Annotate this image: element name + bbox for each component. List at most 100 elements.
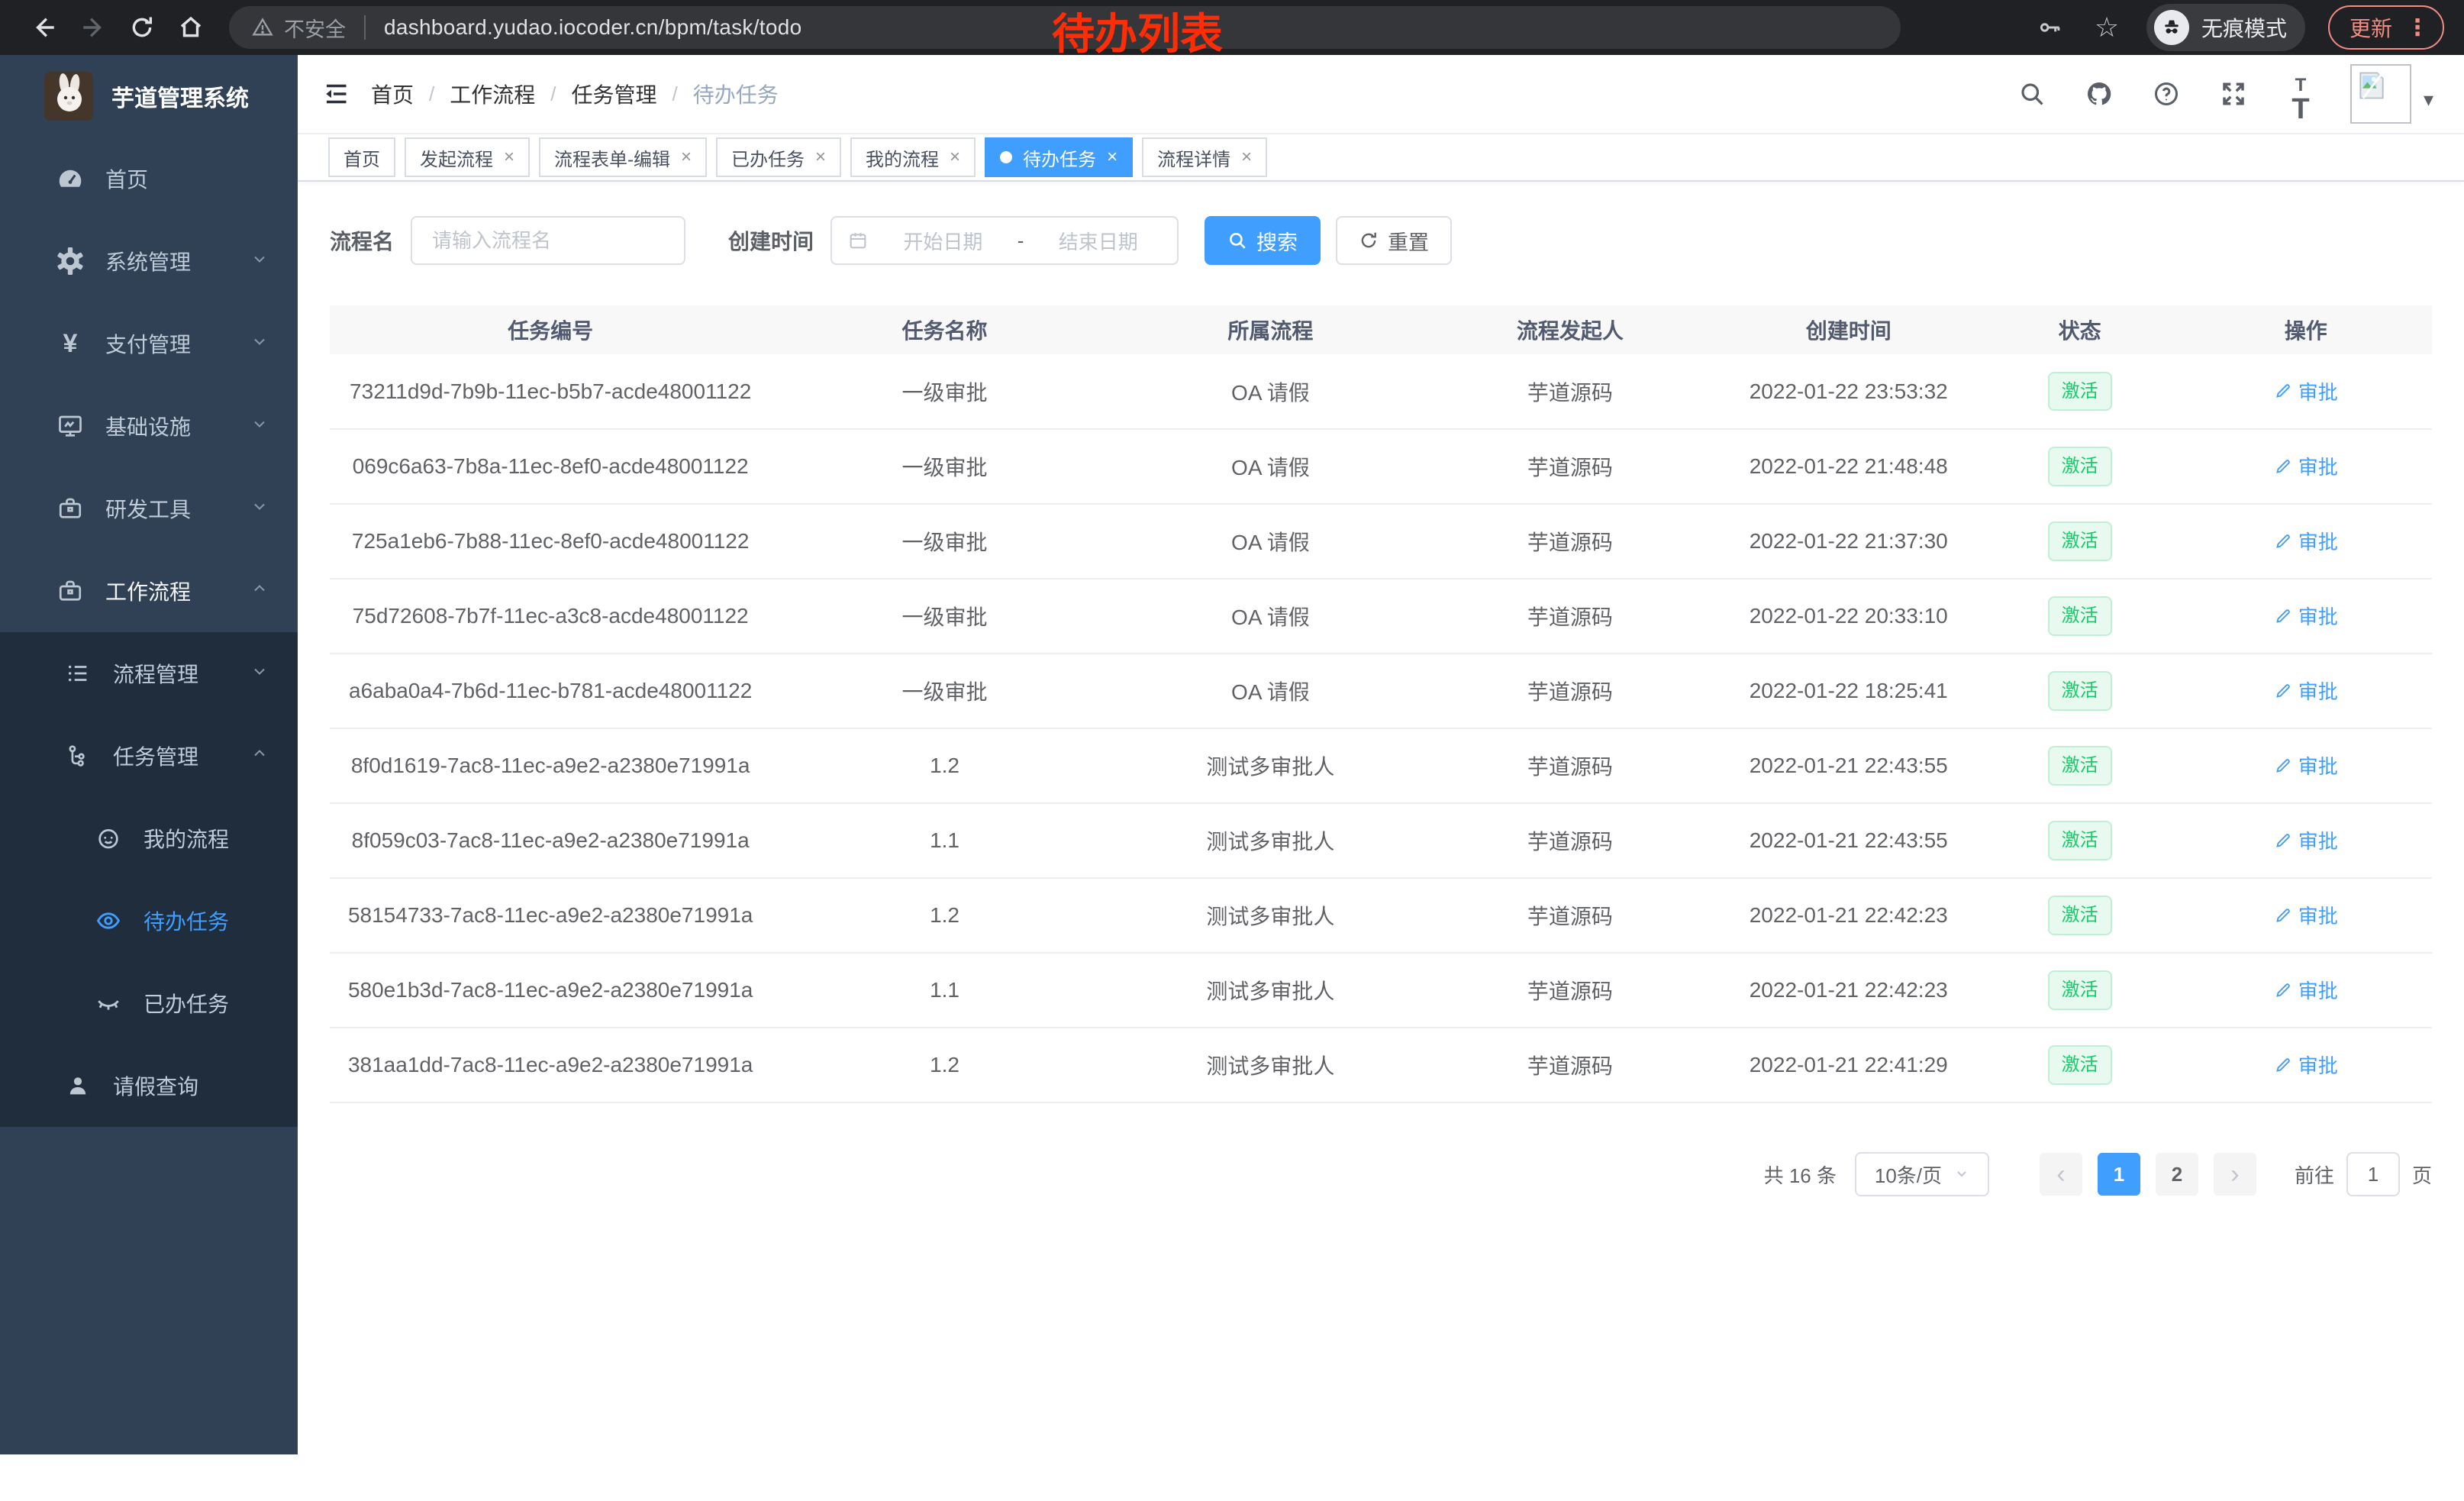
status-badge: 激活 <box>2048 821 2112 860</box>
prev-page-button[interactable]: ‹ <box>2040 1153 2082 1196</box>
page-button-2[interactable]: 2 <box>2156 1153 2198 1196</box>
close-icon[interactable]: × <box>815 148 826 166</box>
approve-link[interactable]: 审批 <box>2274 976 2338 1004</box>
approve-link[interactable]: 审批 <box>2274 1051 2338 1079</box>
browser-reload-icon[interactable] <box>118 3 166 52</box>
browser-menu-icon[interactable]: ⋮ <box>2406 15 2429 41</box>
search-button[interactable]: 搜索 <box>1205 216 1321 265</box>
tab-home[interactable]: 首页 <box>328 137 395 177</box>
task-id: 58154733-7ac8-11ec-a9e2-a2380e71991a <box>330 878 771 953</box>
breadcrumb-workflow[interactable]: 工作流程 <box>450 79 535 109</box>
page-url[interactable]: dashboard.yudao.iocoder.cn/bpm/task/todo <box>384 15 801 40</box>
approve-link[interactable]: 审批 <box>2274 826 2338 854</box>
tab-process-detail[interactable]: 流程详情× <box>1142 137 1267 177</box>
sidebar-item-label: 请假查询 <box>113 1070 198 1101</box>
avatar[interactable] <box>2350 64 2411 124</box>
sidebar-item-pay[interactable]: ¥ 支付管理 <box>0 302 298 385</box>
sidebar-item-infra[interactable]: 基础设施 <box>0 385 298 467</box>
sidebar-item-workflow[interactable]: 工作流程 <box>0 550 298 632</box>
not-secure-warning[interactable]: 不安全 <box>252 13 346 43</box>
app-logo[interactable]: 芋道管理系统 <box>0 55 298 137</box>
close-icon[interactable]: × <box>1107 148 1118 166</box>
approve-link[interactable]: 审批 <box>2274 377 2338 405</box>
dashboard-icon <box>55 165 85 192</box>
task-id: 75d72608-7b7f-11ec-a3c8-acde48001122 <box>330 579 771 654</box>
chevron-up-icon <box>250 579 269 603</box>
github-icon[interactable] <box>2082 76 2117 111</box>
yen-icon: ¥ <box>55 331 85 357</box>
tab-done-tasks[interactable]: 已办任务× <box>716 137 841 177</box>
sidebar-item-process-mgmt[interactable]: 流程管理 <box>0 632 298 715</box>
close-icon[interactable]: × <box>504 148 514 166</box>
sidebar-item-leave-query[interactable]: 请假查询 <box>0 1044 298 1127</box>
close-icon[interactable]: × <box>950 148 960 166</box>
avatar-caret-icon[interactable]: ▾ <box>2424 88 2433 111</box>
pagination: 共 16 条 10条/页 ‹ 1 2 › 前往 页 <box>330 1152 2432 1196</box>
password-key-icon[interactable] <box>2033 11 2067 44</box>
initiator: 芋道源码 <box>1423 654 1717 728</box>
approve-link[interactable]: 审批 <box>2274 901 2338 929</box>
fullscreen-icon[interactable] <box>2216 76 2251 111</box>
status-badge: 激活 <box>2048 896 2112 934</box>
sidebar-item-label: 研发工具 <box>105 493 191 524</box>
tab-todo-tasks[interactable]: 待办任务× <box>985 137 1133 177</box>
bookmark-star-icon[interactable]: ☆ <box>2090 11 2124 44</box>
tab-form-edit[interactable]: 流程表单-编辑× <box>539 137 707 177</box>
tab-my-process[interactable]: 我的流程× <box>850 137 976 177</box>
reset-button[interactable]: 重置 <box>1336 216 1452 265</box>
edit-pencil-icon <box>2274 906 2292 925</box>
next-page-button[interactable]: › <box>2214 1153 2256 1196</box>
sidebar-item-todo[interactable]: 待办任务 <box>0 880 298 962</box>
breadcrumb-home[interactable]: 首页 <box>371 79 414 109</box>
approve-link[interactable]: 审批 <box>2274 751 2338 780</box>
col-process: 所属流程 <box>1118 305 1423 354</box>
sidebar-item-system[interactable]: 系统管理 <box>0 220 298 302</box>
browser-back-icon[interactable] <box>20 3 69 52</box>
start-date-placeholder[interactable]: 开始日期 <box>879 227 1007 255</box>
process-name: OA 请假 <box>1118 654 1423 728</box>
sidebar-collapse-icon[interactable] <box>311 69 360 118</box>
sidebar-item-task-mgmt[interactable]: 任务管理 <box>0 715 298 797</box>
close-icon[interactable]: × <box>1241 148 1252 166</box>
sidebar-item-label: 支付管理 <box>105 328 191 359</box>
font-size-icon[interactable]: TT <box>2283 76 2318 111</box>
approve-link[interactable]: 审批 <box>2274 602 2338 630</box>
create-time: 2022-01-21 22:43:55 <box>1717 728 1980 803</box>
browser-home-icon[interactable] <box>166 3 215 52</box>
help-icon[interactable] <box>2149 76 2184 111</box>
sidebar-item-devtool[interactable]: 研发工具 <box>0 467 298 550</box>
status-badge: 激活 <box>2048 746 2112 785</box>
tab-start-process[interactable]: 发起流程× <box>405 137 530 177</box>
approve-link[interactable]: 审批 <box>2274 452 2338 480</box>
create-time: 2022-01-21 22:42:23 <box>1717 953 1980 1028</box>
edit-pencil-icon <box>2274 607 2292 625</box>
process-name-input[interactable] <box>411 216 685 265</box>
page-size-select[interactable]: 10条/页 <box>1855 1152 1989 1196</box>
col-task-id: 任务编号 <box>330 305 771 354</box>
update-button[interactable]: 更新 ⋮ <box>2328 5 2444 50</box>
approve-link[interactable]: 审批 <box>2274 527 2338 555</box>
date-range-picker[interactable]: 开始日期 - 结束日期 <box>830 216 1179 265</box>
sidebar-item-home[interactable]: 首页 <box>0 137 298 220</box>
create-time: 2022-01-22 23:53:32 <box>1717 354 1980 429</box>
search-icon[interactable] <box>2014 76 2050 111</box>
approve-link[interactable]: 审批 <box>2274 676 2338 705</box>
close-icon[interactable]: × <box>681 148 692 166</box>
incognito-indicator[interactable]: 无痕模式 <box>2146 4 2305 51</box>
create-time: 2022-01-22 20:33:10 <box>1717 579 1980 654</box>
task-name: 1.2 <box>771 878 1118 953</box>
monitor-icon <box>55 412 85 440</box>
goto-page-input[interactable] <box>2346 1152 2400 1196</box>
goto-label: 前往 <box>2295 1160 2334 1189</box>
breadcrumb-task-mgmt[interactable]: 任务管理 <box>572 79 657 109</box>
edit-pencil-icon <box>2274 1056 2292 1074</box>
page-button-1[interactable]: 1 <box>2098 1153 2140 1196</box>
create-time: 2022-01-22 21:48:48 <box>1717 429 1980 504</box>
sidebar-item-done[interactable]: 已办任务 <box>0 962 298 1044</box>
sidebar-item-my-process[interactable]: 我的流程 <box>0 797 298 880</box>
task-id: 725a1eb6-7b88-11ec-8ef0-acde48001122 <box>330 504 771 579</box>
end-date-placeholder[interactable]: 结束日期 <box>1034 227 1162 255</box>
create-time: 2022-01-21 22:41:29 <box>1717 1028 1980 1102</box>
browser-forward-icon[interactable] <box>69 3 118 52</box>
face-icon <box>93 825 124 851</box>
